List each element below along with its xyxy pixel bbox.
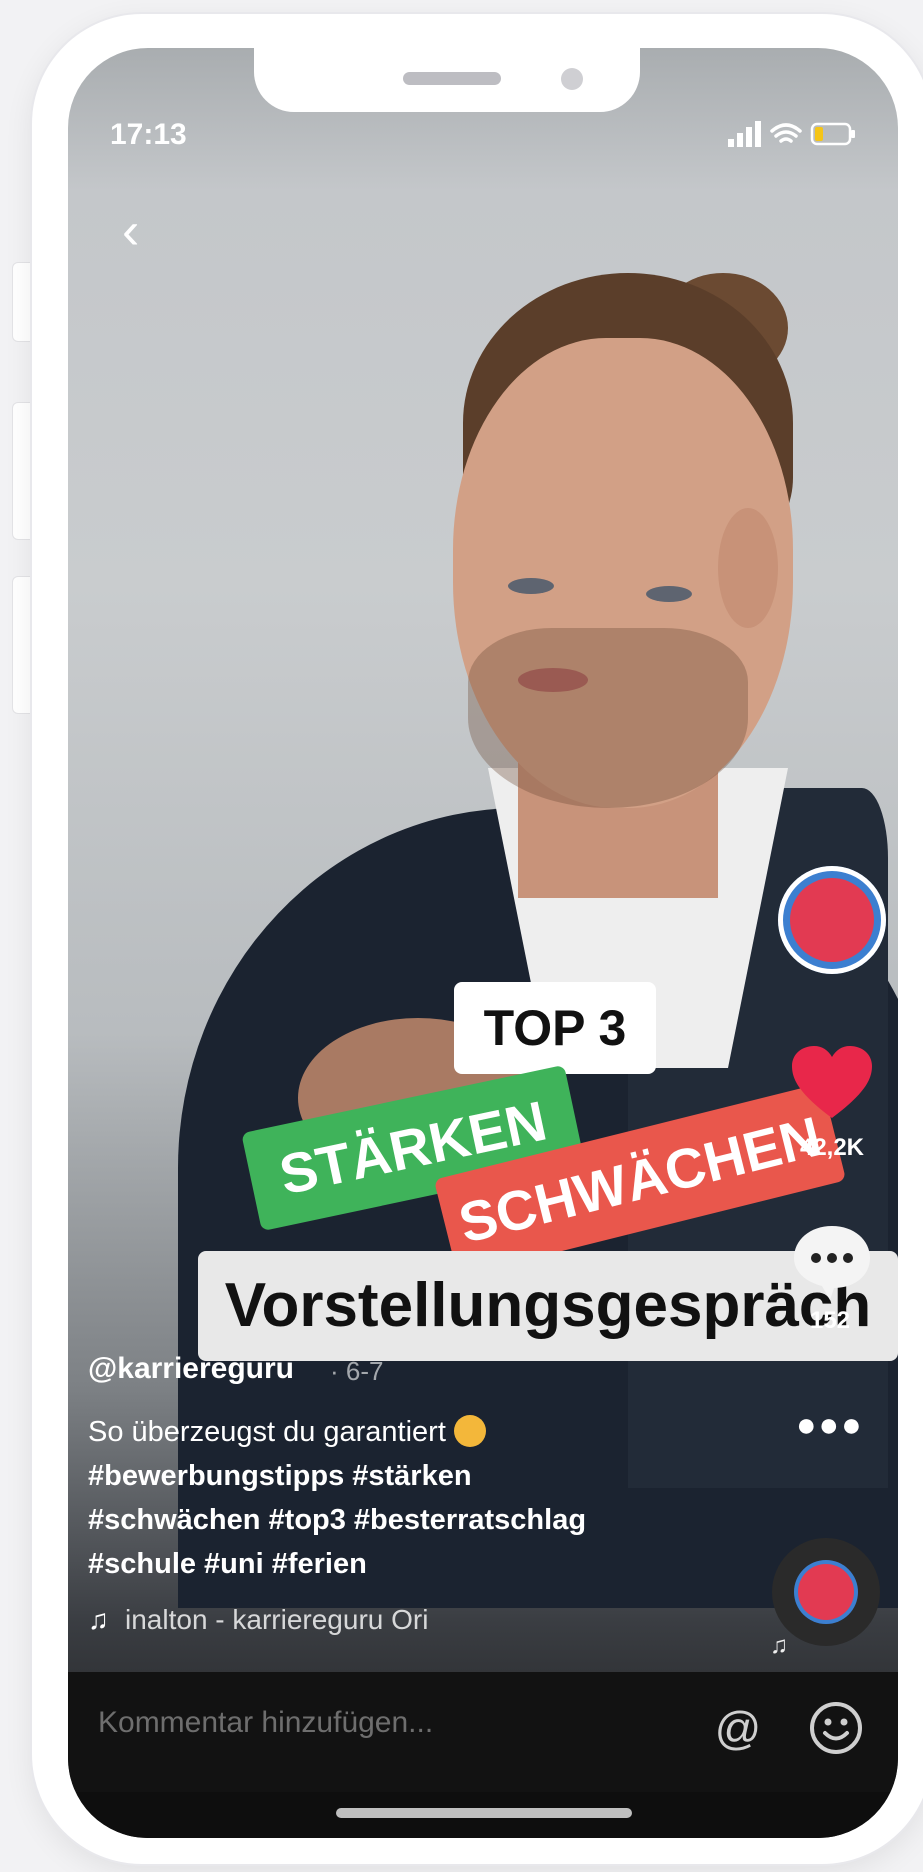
- status-time: 17:13: [110, 118, 187, 151]
- back-icon[interactable]: ‹: [122, 204, 162, 258]
- music-note-icon: ♫: [88, 1604, 109, 1635]
- caption-text: So überzeugst du garantiert: [88, 1416, 446, 1448]
- signal-bar: [737, 133, 743, 147]
- status-icons: [728, 121, 855, 147]
- person-beard: [468, 628, 748, 808]
- star-eyes-emoji-icon: [453, 1415, 486, 1447]
- heart-icon[interactable]: [790, 1044, 874, 1124]
- battery-tip: [851, 130, 855, 138]
- comment-icon[interactable]: [790, 1220, 874, 1304]
- music-title: inalton - karriereguru Ori: [125, 1604, 429, 1635]
- post-caption: So überzeugst du garantiert #bewerbungst…: [88, 1410, 708, 1586]
- signal-bar: [746, 127, 752, 147]
- comment-count: 152: [809, 1307, 851, 1334]
- emoji-icon[interactable]: [808, 1700, 864, 1756]
- at-icon[interactable]: @: [710, 1700, 766, 1756]
- music-disc[interactable]: [772, 1538, 880, 1646]
- sticker-top3: TOP 3: [454, 982, 656, 1074]
- signal-bar: [755, 121, 761, 147]
- person-ear: [718, 508, 778, 628]
- front-camera: [561, 68, 583, 90]
- video-screen[interactable]: 17:13 ‹ TOP 3 STÄRKEN SCHWÄCHEN Vorstell…: [68, 48, 898, 1838]
- music-ticker[interactable]: ♫ inalton - karriereguru Ori: [88, 1604, 548, 1636]
- avatar-image: [790, 878, 874, 962]
- post-date: · 6-7: [330, 1356, 384, 1386]
- person-eye-right: [646, 586, 692, 602]
- home-indicator[interactable]: [336, 1808, 632, 1818]
- hashtags-line-2[interactable]: #schwächen #top3 #besterratschlag: [88, 1504, 586, 1536]
- comment-input[interactable]: Kommentar hinzufügen...: [98, 1706, 433, 1740]
- hashtags-line-3[interactable]: #schule #uni #ferien: [88, 1548, 367, 1580]
- more-icon[interactable]: ●●●: [796, 1406, 868, 1445]
- person-mouth: [518, 668, 588, 692]
- like-count: 42,2K: [799, 1134, 865, 1161]
- wifi-icon: [770, 123, 802, 143]
- person-eye-left: [508, 578, 554, 594]
- battery-level: [815, 127, 823, 141]
- small-music-note-icon: ♫: [770, 1632, 788, 1659]
- creator-avatar[interactable]: [778, 866, 886, 974]
- creator-username[interactable]: @karriereguru: [88, 1352, 294, 1386]
- signal-bar: [728, 139, 734, 147]
- hashtags-line-1[interactable]: #bewerbungstipps #stärken: [88, 1460, 472, 1492]
- comment-bar: Kommentar hinzufügen... @: [68, 1672, 898, 1792]
- music-disc-cover: [798, 1564, 854, 1620]
- speaker-grille: [403, 72, 501, 85]
